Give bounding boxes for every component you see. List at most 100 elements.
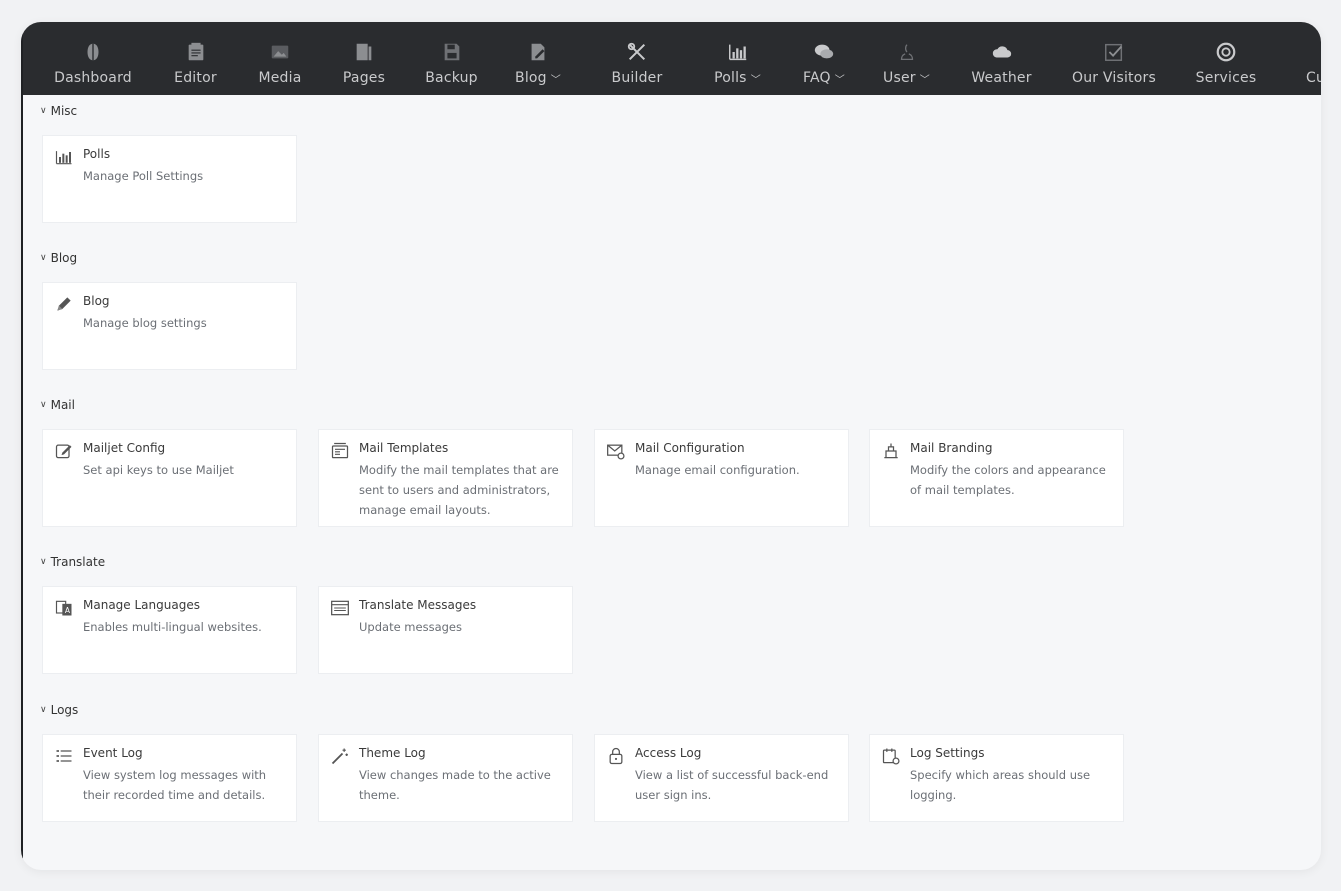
nav-item-our-visitors[interactable]: Our Visitors <box>1070 22 1158 95</box>
nav-item-services[interactable]: Services <box>1158 22 1294 95</box>
card-description: Specify which areas should use logging. <box>910 768 1091 802</box>
visitors-icon <box>1102 40 1126 64</box>
user-icon <box>895 40 919 64</box>
pencil-icon <box>53 293 75 315</box>
top-navigation: Dashboard Editor Media Pages Backup Blog… <box>21 22 1321 95</box>
nav-item-builder[interactable]: Builder <box>567 22 707 95</box>
card-translate-messages[interactable]: Translate Messages Update messages <box>318 586 573 674</box>
nav-item-faq[interactable]: FAQ ﹀ <box>768 22 880 95</box>
chevron-down-icon: ﹀ <box>550 74 561 86</box>
settings-content: ∨ Misc Polls Manage Poll Settings ∨ Blog… <box>21 95 1321 870</box>
card-title: Polls <box>83 147 111 161</box>
card-manage-languages[interactable]: A Manage Languages Enables multi-lingual… <box>42 586 297 674</box>
nav-label: Dashboard <box>54 70 132 86</box>
translate-messages-icon <box>329 597 351 619</box>
pages-icon <box>352 40 376 64</box>
chevron-down-icon: ∨ <box>40 705 47 715</box>
nav-item-media[interactable]: Media <box>226 22 334 95</box>
nav-item-custom[interactable]: Custo <box>1294 22 1321 95</box>
section-header-misc[interactable]: ∨ Misc <box>40 104 77 118</box>
card-description: Modify the mail templates that are sent … <box>359 463 559 517</box>
card-title: Log Settings <box>910 746 985 760</box>
card-log-settings[interactable]: Log Settings Specify which areas should … <box>869 734 1124 822</box>
card-title: Translate Messages <box>359 598 477 612</box>
nav-label: User ﹀ <box>883 70 930 86</box>
card-title: Mailjet Config <box>83 441 166 455</box>
polls-icon <box>726 40 750 64</box>
card-description: View changes made to the active theme. <box>359 768 551 802</box>
chevron-down-icon: ﹀ <box>750 74 761 86</box>
card-description: Manage Poll Settings <box>83 169 204 183</box>
nav-item-pages[interactable]: Pages <box>334 22 394 95</box>
section-header-mail[interactable]: ∨ Mail <box>40 398 75 412</box>
list-icon <box>53 745 75 767</box>
card-title: Blog <box>83 294 110 308</box>
card-description: Enables multi-lingual websites. <box>83 620 262 634</box>
nav-label: Editor <box>174 70 217 86</box>
card-description: Modify the colors and appearance of mail… <box>910 463 1106 497</box>
weather-icon <box>990 40 1014 64</box>
section-header-translate[interactable]: ∨ Translate <box>40 555 105 569</box>
section-label: Mail <box>50 398 75 412</box>
services-icon <box>1214 40 1238 64</box>
chevron-down-icon: ﹀ <box>919 74 930 86</box>
card-access-log[interactable]: Access Log View a list of successful bac… <box>594 734 849 822</box>
svg-text:A: A <box>65 606 71 615</box>
nav-item-user[interactable]: User ﹀ <box>880 22 933 95</box>
nav-label: Services <box>1195 70 1257 86</box>
card-title: Mail Branding <box>910 441 993 455</box>
card-mailjet-config[interactable]: Mailjet Config Set api keys to use Mailj… <box>42 429 297 527</box>
faq-icon <box>812 40 836 64</box>
mail-templates-icon <box>329 440 351 462</box>
card-event-log[interactable]: Event Log View system log messages with … <box>42 734 297 822</box>
section-label: Logs <box>50 703 79 717</box>
edit-icon <box>53 440 75 462</box>
card-title: Access Log <box>635 746 702 760</box>
chevron-down-icon: ∨ <box>40 106 47 116</box>
polls-icon <box>53 146 75 168</box>
nav-item-backup[interactable]: Backup <box>394 22 509 95</box>
card-title: Mail Configuration <box>635 441 745 455</box>
nav-label: Blog ﹀ <box>515 70 561 86</box>
section-label: Misc <box>50 104 78 118</box>
nav-label: Our Visitors <box>1072 70 1156 86</box>
card-theme-log[interactable]: Theme Log View changes made to the activ… <box>318 734 573 822</box>
nav-item-polls[interactable]: Polls ﹀ <box>707 22 768 95</box>
blog-icon <box>526 40 550 64</box>
nav-item-dashboard[interactable]: Dashboard <box>21 22 165 95</box>
card-mail-configuration[interactable]: Mail Configuration Manage email configur… <box>594 429 849 527</box>
nav-label: Polls ﹀ <box>714 70 761 86</box>
section-header-blog[interactable]: ∨ Blog <box>40 251 77 265</box>
magic-wand-icon <box>329 745 351 767</box>
section-header-logs[interactable]: ∨ Logs <box>40 703 78 717</box>
chevron-down-icon: ∨ <box>40 253 47 263</box>
card-blog[interactable]: Blog Manage blog settings <box>42 282 297 370</box>
section-label: Blog <box>50 251 78 265</box>
nav-item-editor[interactable]: Editor <box>165 22 226 95</box>
nav-label: Backup <box>425 70 478 86</box>
nav-label: Builder <box>611 70 663 86</box>
card-polls[interactable]: Polls Manage Poll Settings <box>42 135 297 223</box>
chevron-down-icon: ∨ <box>40 400 47 410</box>
card-title: Event Log <box>83 746 143 760</box>
editor-icon <box>184 40 208 64</box>
media-icon <box>268 40 292 64</box>
nav-label: FAQ ﹀ <box>803 70 845 86</box>
nav-label: Media <box>258 70 302 86</box>
card-description: View system log messages with their reco… <box>83 768 267 802</box>
card-description: Update messages <box>359 620 462 634</box>
card-mail-branding[interactable]: Mail Branding Modify the colors and appe… <box>869 429 1124 527</box>
mail-branding-icon <box>880 440 902 462</box>
card-description: Manage blog settings <box>83 316 207 330</box>
dashboard-icon <box>81 40 105 64</box>
chevron-down-icon: ﹀ <box>834 74 845 86</box>
card-description: Set api keys to use Mailjet <box>83 463 234 477</box>
section-label: Translate <box>50 555 106 569</box>
card-title: Theme Log <box>359 746 426 760</box>
lock-icon <box>605 745 627 767</box>
nav-item-weather[interactable]: Weather <box>933 22 1070 95</box>
nav-item-blog[interactable]: Blog ﹀ <box>509 22 567 95</box>
chevron-down-icon: ∨ <box>40 557 47 567</box>
nav-label: Weather <box>971 70 1032 86</box>
card-mail-templates[interactable]: Mail Templates Modify the mail templates… <box>318 429 573 527</box>
